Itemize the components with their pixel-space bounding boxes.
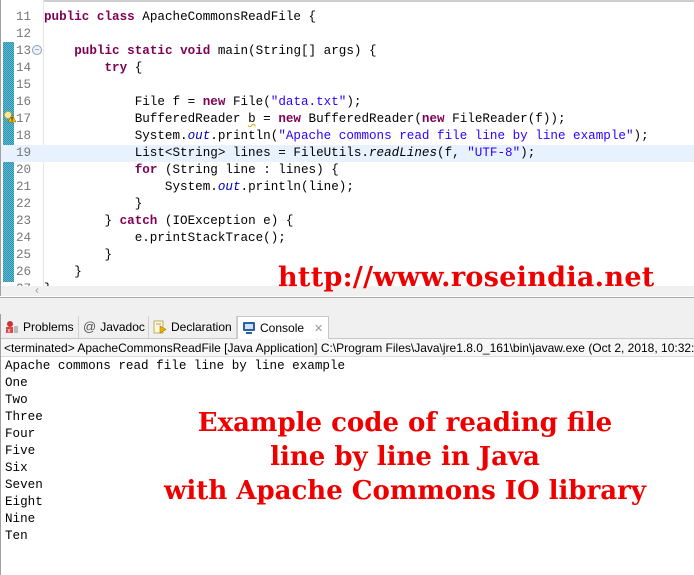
console-icon	[243, 322, 255, 334]
code-line[interactable]: 18 System.out.println("Apache commons re…	[1, 128, 694, 145]
code-text: System.out.println(line);	[44, 180, 354, 194]
code-text: List<String> lines = FileUtils.readLines…	[44, 146, 536, 160]
tab-label: Declaration	[171, 320, 232, 334]
code-text: BufferedReader b = new BufferedReader(ne…	[44, 112, 566, 126]
code-editor[interactable]: 11 public class ApacheCommonsReadFile { 12…	[0, 0, 694, 296]
code-text: }	[44, 248, 113, 262]
line-number: 21	[16, 180, 32, 194]
console-line: Three	[5, 410, 43, 424]
close-icon[interactable]: ✕	[314, 322, 323, 335]
line-number: 19	[16, 146, 32, 160]
problems-icon: x	[6, 321, 18, 334]
line-number: 23	[16, 214, 32, 228]
warning-quickfix-icon[interactable]	[4, 111, 16, 123]
console-line: Ten	[5, 529, 28, 543]
tab-console[interactable]: Console ✕	[237, 316, 329, 339]
code-line[interactable]: 21 System.out.println(line);	[1, 179, 694, 196]
watermark-caption: Example code of reading file line by lin…	[120, 406, 690, 508]
console-process-status: <terminated> ApacheCommonsReadFile [Java…	[1, 339, 694, 357]
tab-label: Javadoc	[100, 320, 145, 334]
views-tabbar: x Problems @ Javadoc Declaration Console	[1, 314, 694, 339]
code-line[interactable]: 14 try {	[1, 60, 694, 77]
code-line[interactable]: 20 for (String line : lines) {	[1, 162, 694, 179]
console-line: Nine	[5, 512, 36, 526]
code-line[interactable]: 12	[1, 26, 694, 43]
line-number: 11	[16, 10, 32, 24]
code-text: public class ApacheCommonsReadFile {	[44, 10, 317, 24]
svg-text:x: x	[7, 327, 11, 334]
console-line: Six	[5, 461, 28, 475]
watermark-url: http://www.roseindia.net	[278, 262, 655, 293]
code-line[interactable]: 17 BufferedReader b = new BufferedReader…	[1, 111, 694, 128]
code-text: e.printStackTrace();	[44, 231, 286, 245]
console-line: Five	[5, 444, 36, 458]
editor-top-border	[1, 0, 694, 2]
code-line[interactable]: 23 } catch (IOException e) {	[1, 213, 694, 230]
line-number: 26	[16, 265, 32, 279]
line-number: 17	[16, 112, 32, 126]
line-number: 16	[16, 95, 32, 109]
console-line: Eight	[5, 495, 43, 509]
code-line[interactable]: 15	[1, 77, 694, 94]
line-number: 15	[16, 78, 32, 92]
console-line: Two	[5, 393, 28, 407]
code-line[interactable]: 13 public static void main(String[] args…	[1, 43, 694, 60]
code-text: try {	[104, 61, 143, 75]
code-text: for (String line : lines) {	[134, 163, 339, 177]
tab-label: Problems	[23, 320, 74, 334]
code-line[interactable]: 22 }	[1, 196, 694, 213]
caption-line: with Apache Commons IO library	[164, 476, 646, 506]
console-line: One	[5, 376, 28, 390]
line-number: 12	[16, 27, 32, 41]
code-text: }	[44, 265, 82, 279]
javadoc-icon: @	[83, 319, 97, 334]
tab-label: Console	[260, 321, 305, 335]
code-text: public static void main(String[] args) {	[74, 44, 377, 58]
line-number: 22	[16, 197, 32, 211]
console-line: Seven	[5, 478, 43, 492]
console-line: Four	[5, 427, 36, 441]
code-line[interactable]: 19 List<String> lines = FileUtils.readLi…	[1, 145, 694, 162]
console-line: Apache commons read file line by line ex…	[5, 359, 346, 373]
code-text: File f = new File("data.txt");	[44, 95, 362, 109]
code-line[interactable]: 24 e.printStackTrace();	[1, 230, 694, 247]
code-text: System.out.println("Apache commons read …	[44, 129, 649, 143]
line-number: 25	[16, 248, 32, 262]
code-text: } catch (IOException e) {	[44, 214, 294, 228]
line-number: 18	[16, 129, 32, 143]
scroll-left-icon[interactable]: ‹	[35, 283, 39, 296]
tab-problems[interactable]: x Problems	[1, 316, 79, 338]
line-number: 14	[16, 61, 32, 75]
line-number: 24	[16, 231, 32, 245]
tab-javadoc[interactable]: @ Javadoc	[79, 316, 149, 338]
code-text: }	[44, 197, 143, 211]
line-number: 20	[16, 163, 32, 177]
tab-declaration[interactable]: Declaration	[149, 316, 237, 338]
caption-line: line by line in Java	[270, 442, 540, 472]
code-line[interactable]: 16 File f = new File("data.txt");	[1, 94, 694, 111]
fold-collapse-icon[interactable]: −	[32, 45, 42, 55]
code-line[interactable]: 11 public class ApacheCommonsReadFile {	[1, 9, 694, 26]
declaration-icon	[153, 320, 167, 334]
caption-line: Example code of reading file	[197, 408, 613, 438]
